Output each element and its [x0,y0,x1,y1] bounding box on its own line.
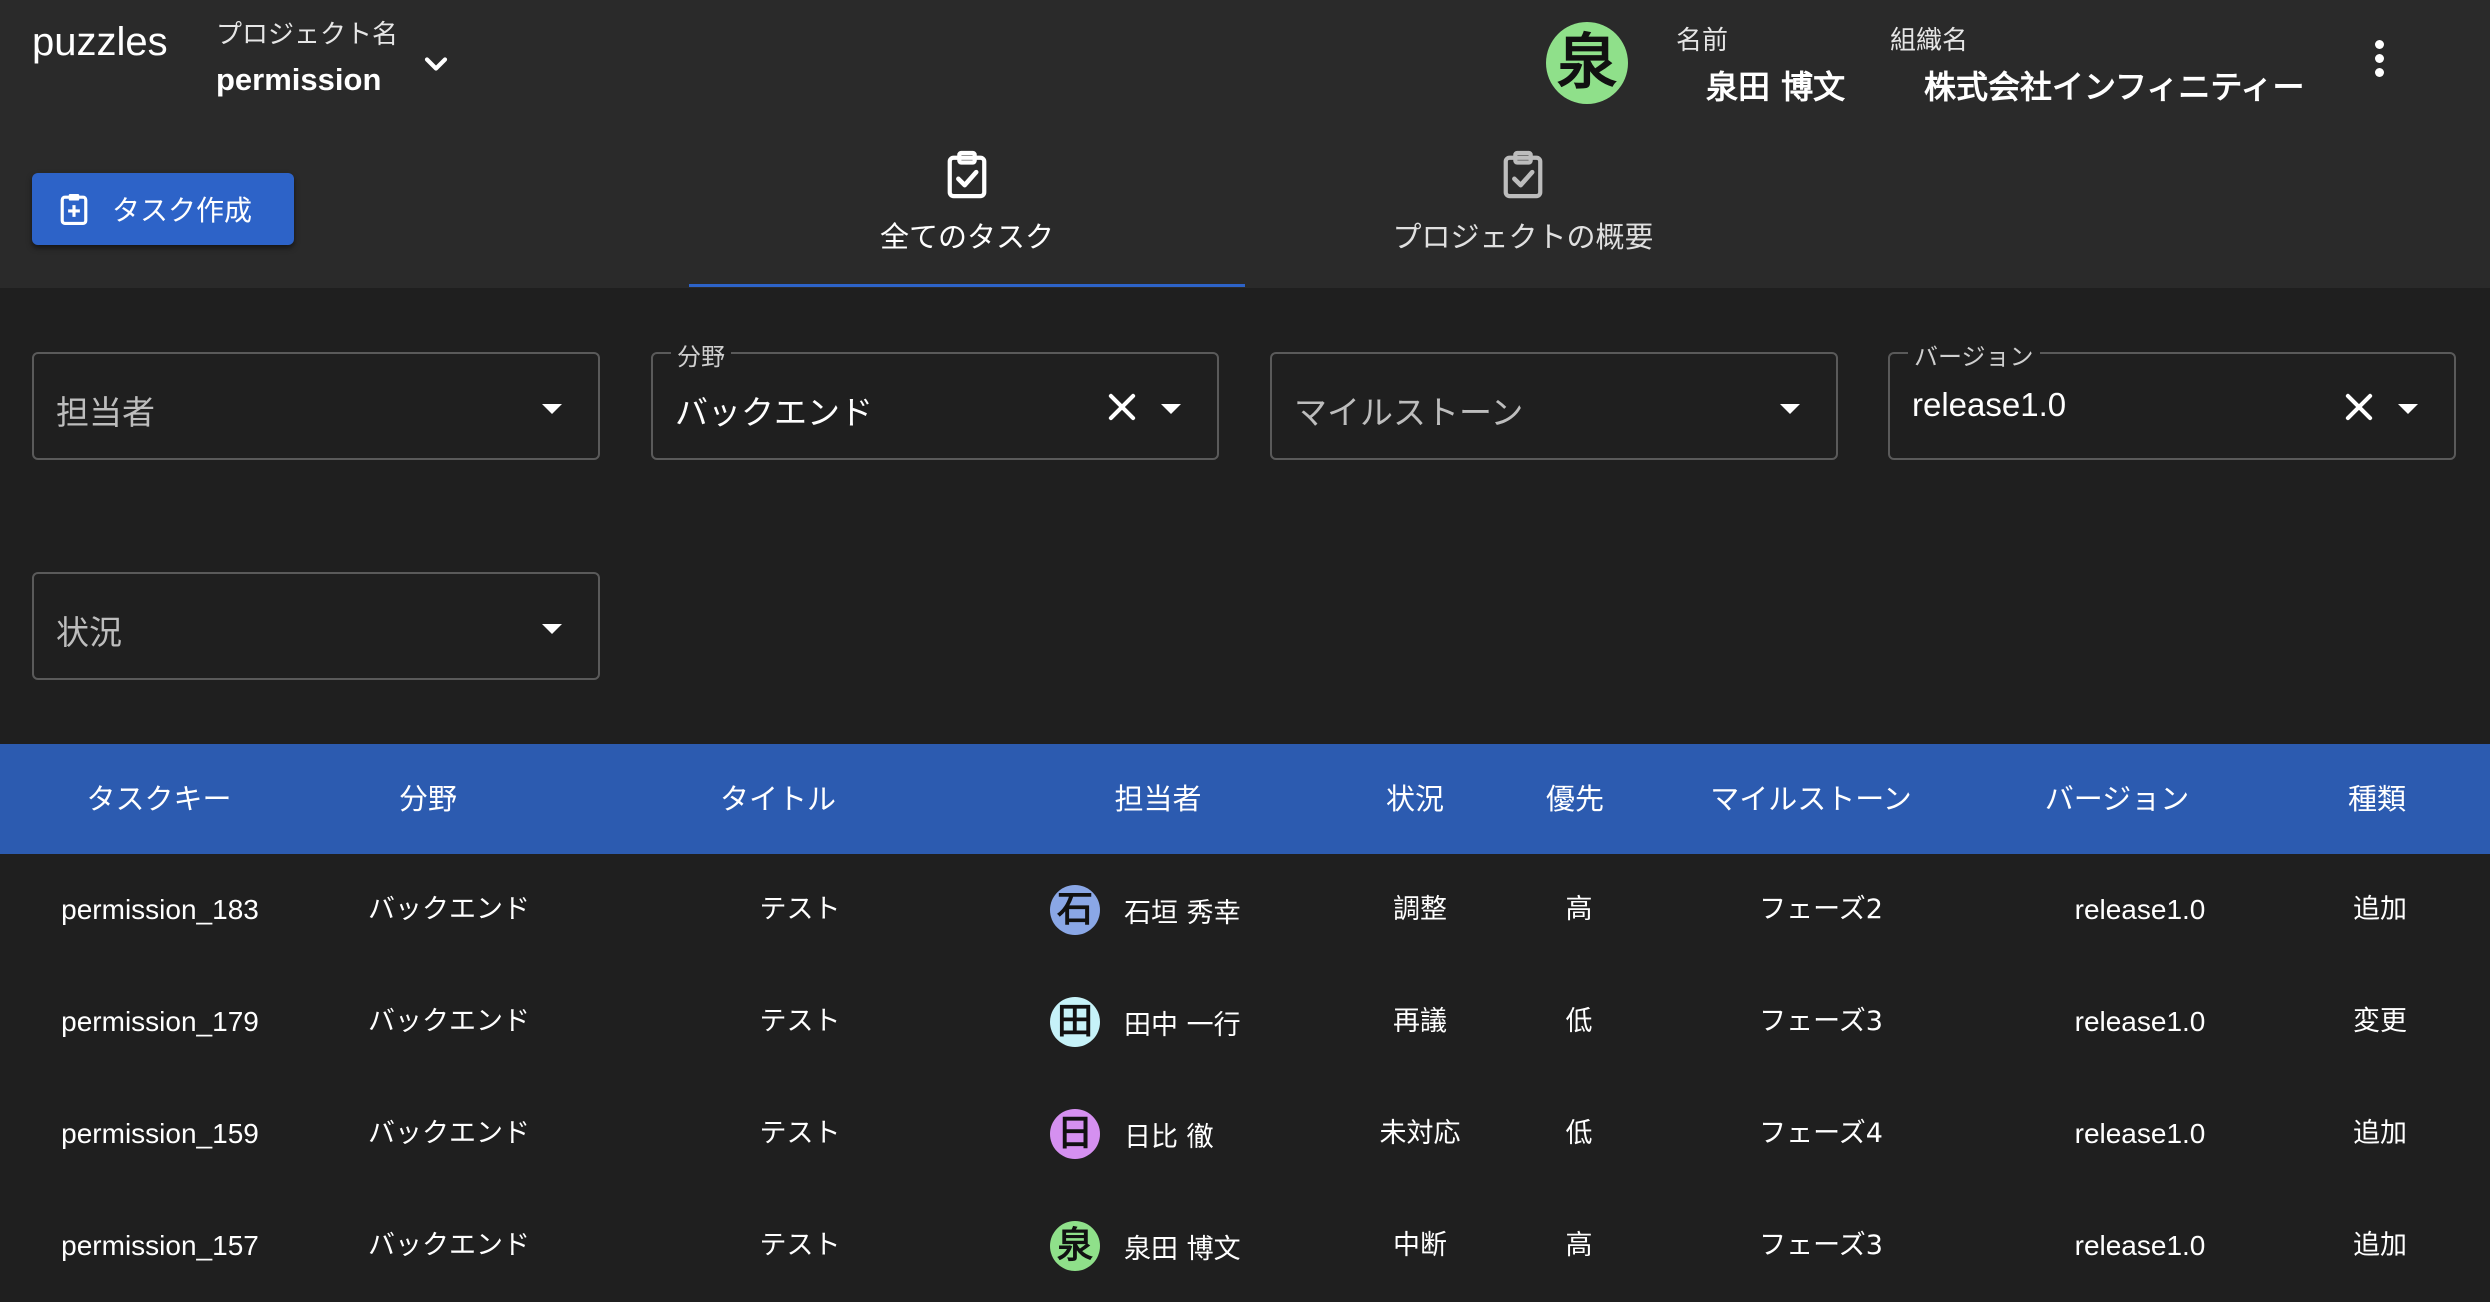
project-caption: プロジェクト名 [216,20,399,50]
milestone-cell: フェーズ3 [1759,1006,1883,1037]
clipboard-check-icon [947,150,987,199]
milestone-filter-placeholder: マイルストーン [1294,393,1524,432]
field-filter[interactable]: 分野 バックエンド [651,337,1219,460]
create-task-button[interactable]: タスク作成 [32,173,294,245]
type-cell: 追加 [2353,894,2407,925]
column-header-task-key[interactable]: タスクキー [86,744,231,854]
status-cell: 調整 [1393,894,1447,925]
title-cell: テスト [759,894,841,925]
version-filter-label: バージョン [1908,337,2040,372]
field-cell: バックエンド [368,1230,530,1261]
column-header-milestone[interactable]: マイルストーン [1710,744,1912,854]
more-vertical-icon[interactable] [2364,40,2394,90]
column-header-assignee[interactable]: 担当者 [1114,744,1201,854]
column-header-version[interactable]: バージョン [2045,744,2189,854]
clipboard-check-icon [1503,150,1543,199]
avatar: 田 [1050,997,1100,1047]
column-header-field[interactable]: 分野 [399,744,457,854]
title-cell: テスト [759,1006,841,1037]
dropdown-arrow-icon[interactable] [2398,404,2418,414]
priority-cell: 高 [1565,1230,1593,1261]
user-name-caption: 名前 [1676,26,1729,56]
priority-cell: 低 [1565,1118,1593,1149]
column-header-type[interactable]: 種類 [2348,744,2406,854]
status-cell: 中断 [1393,1230,1447,1261]
task-table-header: タスクキー 分野 タイトル 担当者 状況 優先 マイルストーン バージョン 種類 [0,744,2490,854]
assignee-name: 田中 一行 [1124,1009,1241,1041]
table-row[interactable]: permission_159 バックエンド テスト 日 日比 徹 未対応 低 フ… [0,1078,2490,1190]
avatar: 日 [1050,1109,1100,1159]
dropdown-arrow-icon[interactable] [1780,404,1800,414]
status-filter[interactable]: 状況 [32,572,600,680]
app-header: puzzles プロジェクト名 permission 泉 名前 泉田 博文 組織… [0,0,2490,288]
milestone-cell: フェーズ2 [1759,894,1883,925]
table-row[interactable]: permission_183 バックエンド テスト 石 石垣 秀幸 調整 高 フ… [0,854,2490,966]
title-cell: テスト [759,1118,841,1149]
field-cell: バックエンド [368,1118,530,1149]
avatar: 石 [1050,885,1100,935]
avatar: 泉 [1050,1221,1100,1271]
project-name[interactable]: permission [216,62,381,98]
org-name: 株式会社インフィニティー [1924,68,2305,106]
table-row[interactable]: permission_157 バックエンド テスト 泉 泉田 博文 中断 高 フ… [0,1190,2490,1302]
assignee-name: 石垣 秀幸 [1124,897,1241,929]
assignee-filter[interactable]: 担当者 [32,352,600,460]
version-filter-value: release1.0 [1912,386,2067,423]
table-row[interactable]: permission_179 バックエンド テスト 田 田中 一行 再議 低 フ… [0,966,2490,1078]
assignee-name: 泉田 博文 [1124,1233,1241,1265]
status-cell: 再議 [1393,1006,1447,1037]
chevron-down-icon[interactable] [418,46,454,82]
column-header-status[interactable]: 状況 [1386,744,1444,854]
dropdown-arrow-icon[interactable] [542,404,562,414]
task-key-cell: permission_157 [61,1230,259,1261]
assignee-cell: 泉 泉田 博文 [1050,1190,1241,1302]
create-task-label: タスク作成 [112,194,253,227]
tab-all-tasks-label: 全てのタスク [879,220,1054,254]
column-header-title[interactable]: タイトル [720,744,836,854]
avatar[interactable]: 泉 [1546,22,1628,104]
milestone-cell: フェーズ3 [1759,1230,1883,1261]
app-logo[interactable]: puzzles [32,20,168,65]
field-cell: バックエンド [368,894,530,925]
milestone-cell: フェーズ4 [1759,1118,1883,1149]
assignee-cell: 田 田中 一行 [1050,966,1241,1078]
milestone-filter[interactable]: マイルストーン [1270,352,1838,460]
task-key-cell: permission_179 [61,1006,259,1037]
priority-cell: 低 [1565,1006,1593,1037]
version-cell: release1.0 [2074,1118,2206,1149]
assignee-cell: 日 日比 徹 [1050,1078,1214,1190]
assignee-filter-placeholder: 担当者 [56,393,155,432]
task-key-cell: permission_183 [61,894,259,925]
user-name: 泉田 博文 [1706,68,1846,106]
status-filter-placeholder: 状況 [56,613,122,652]
field-filter-label: 分野 [671,337,731,372]
version-cell: release1.0 [2074,1230,2206,1261]
clipboard-plus-icon [60,193,88,225]
version-cell: release1.0 [2074,894,2206,925]
type-cell: 変更 [2353,1006,2407,1037]
field-cell: バックエンド [368,1006,530,1037]
type-cell: 追加 [2353,1230,2407,1261]
priority-cell: 高 [1565,894,1593,925]
assignee-name: 日比 徹 [1124,1121,1214,1153]
dropdown-arrow-icon[interactable] [1161,404,1181,414]
clear-icon[interactable] [1103,388,1141,426]
tab-project-overview[interactable]: プロジェクトの概要 [1245,150,1801,286]
version-filter[interactable]: バージョン release1.0 [1888,337,2456,460]
clear-icon[interactable] [2340,388,2378,426]
title-cell: テスト [759,1230,841,1261]
status-cell: 未対応 [1379,1118,1461,1149]
org-name-caption: 組織名 [1890,26,1969,56]
assignee-cell: 石 石垣 秀幸 [1050,854,1241,966]
task-key-cell: permission_159 [61,1118,259,1149]
tab-project-overview-label: プロジェクトの概要 [1392,220,1654,254]
version-cell: release1.0 [2074,1006,2206,1037]
dropdown-arrow-icon[interactable] [542,624,562,634]
field-filter-value: バックエンド [675,393,873,432]
type-cell: 追加 [2353,1118,2407,1149]
column-header-priority[interactable]: 優先 [1546,744,1604,854]
active-tab-indicator [689,284,1245,287]
tab-all-tasks[interactable]: 全てのタスク [689,150,1245,286]
